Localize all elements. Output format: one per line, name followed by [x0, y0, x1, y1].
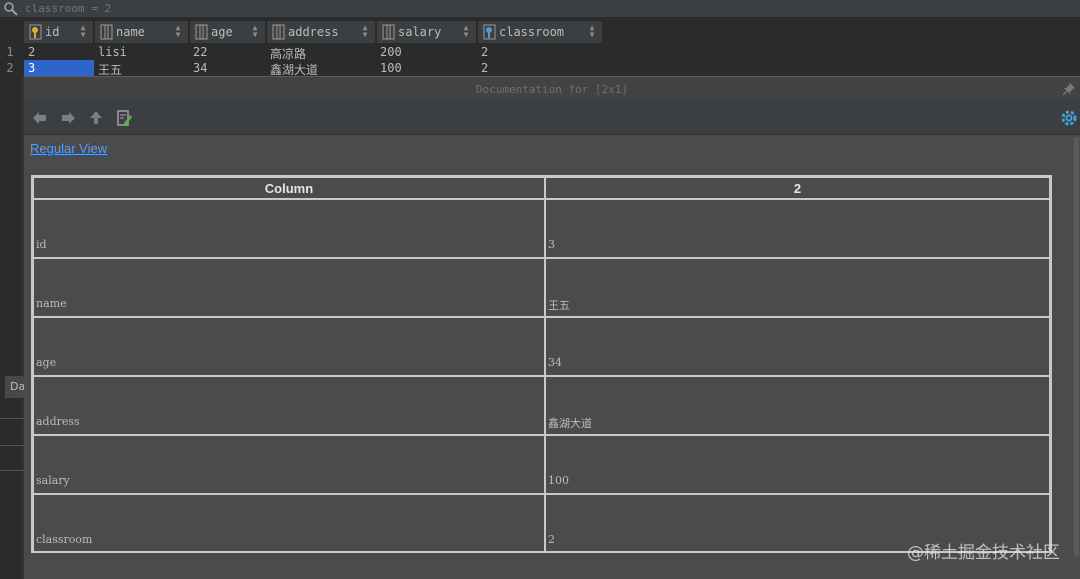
- column-header-label: age: [211, 25, 233, 39]
- grid-cell[interactable]: 2: [28, 45, 35, 59]
- side-tab-database[interactable]: Da: [5, 376, 25, 398]
- popup-title: Documentation for [2x1]: [475, 83, 629, 96]
- gear-icon[interactable]: [1060, 109, 1078, 127]
- divider: [0, 418, 24, 419]
- column-value-cell: 鑫湖大道: [545, 376, 1050, 435]
- filter-bar: classroom = 2: [0, 0, 1080, 18]
- grid-cell-selected[interactable]: 3: [24, 60, 94, 76]
- result-grid-header: id ▲ ▼ name ▲ ▼ age ▲ ▼ address ▲ ▼ salary ▲…: [0, 21, 1080, 43]
- column-icon: [272, 24, 285, 40]
- divider: [0, 470, 24, 471]
- table-row[interactable]: 2 3 王五 34 鑫湖大道 100 2: [0, 60, 603, 77]
- popup-toolbar: [24, 101, 1080, 135]
- column-header-label: salary: [398, 25, 442, 39]
- column-name-cell: name: [33, 258, 545, 317]
- filter-search-icon[interactable]: [3, 1, 19, 17]
- grid-cell[interactable]: 100: [380, 61, 402, 75]
- grid-cell[interactable]: 200: [380, 45, 402, 59]
- column-name-cell: salary: [33, 435, 545, 494]
- column-icon: [195, 24, 208, 40]
- column-header-name[interactable]: name ▲ ▼: [95, 21, 189, 43]
- row-number: 1: [6, 45, 14, 59]
- grid-cell[interactable]: 34: [193, 61, 207, 75]
- column-value-cell: 34: [545, 317, 1050, 376]
- column-header-label: id: [45, 25, 60, 39]
- column-icon: [100, 24, 113, 40]
- regular-view-link[interactable]: Regular View: [30, 141, 107, 156]
- grid-cell[interactable]: lisi: [98, 45, 127, 59]
- sort-arrows-icon[interactable]: ▲ ▼: [251, 24, 259, 39]
- column-name-cell: id: [33, 199, 545, 258]
- table-row: classroom 2: [33, 494, 1050, 553]
- sort-arrows-icon[interactable]: ▲ ▼: [462, 24, 470, 39]
- divider: [0, 445, 24, 446]
- back-arrow-icon[interactable]: [31, 109, 49, 127]
- popup-title-bar[interactable]: Documentation for [2x1]: [24, 77, 1080, 101]
- documentation-table: Column 2 id 3 name 王五 age 34 address 鑫湖大…: [31, 175, 1052, 553]
- table-row: id 3: [33, 199, 1050, 258]
- watermark: @稀土掘金技术社区: [907, 543, 1060, 563]
- forward-arrow-icon[interactable]: [59, 109, 77, 127]
- vertical-scrollbar[interactable]: [1074, 137, 1079, 557]
- filter-criteria-text[interactable]: classroom = 2: [25, 2, 111, 15]
- grid-cell[interactable]: 2: [481, 61, 488, 75]
- table-row[interactable]: 1 2 lisi 22 高凉路 200 2: [0, 44, 603, 61]
- column-name-cell: age: [33, 317, 545, 376]
- sort-arrows-icon[interactable]: ▲ ▼: [79, 24, 87, 39]
- table-header-value: 2: [545, 177, 1050, 199]
- sort-arrows-icon[interactable]: ▲ ▼: [361, 24, 369, 39]
- column-value-cell: 3: [545, 199, 1050, 258]
- column-header-label: name: [116, 25, 145, 39]
- column-name-cell: address: [33, 376, 545, 435]
- column-header-age[interactable]: age ▲ ▼: [190, 21, 266, 43]
- table-row: name 王五: [33, 258, 1050, 317]
- row-number: 2: [6, 61, 14, 75]
- table-row: age 34: [33, 317, 1050, 376]
- grid-cell[interactable]: 22: [193, 45, 207, 59]
- column-header-label: classroom: [499, 25, 565, 39]
- column-header-salary[interactable]: salary ▲ ▼: [377, 21, 477, 43]
- documentation-popup: Documentation for [2x1] Regular View Col…: [24, 76, 1080, 579]
- up-arrow-icon[interactable]: [87, 109, 105, 127]
- primary-key-icon: [29, 24, 42, 40]
- grid-cell[interactable]: 2: [481, 45, 488, 59]
- sort-arrows-icon[interactable]: ▲ ▼: [174, 24, 182, 39]
- column-header-classroom[interactable]: classroom ▲ ▼: [478, 21, 603, 43]
- table-row: address 鑫湖大道: [33, 376, 1050, 435]
- table-header-column: Column: [33, 177, 545, 199]
- column-header-id[interactable]: id ▲ ▼: [24, 21, 94, 43]
- column-value-cell: 100: [545, 435, 1050, 494]
- column-name-cell: classroom: [33, 494, 545, 553]
- column-header-address[interactable]: address ▲ ▼: [267, 21, 376, 43]
- column-header-label: address: [288, 25, 339, 39]
- pin-icon[interactable]: [1062, 82, 1076, 96]
- table-row: salary 100: [33, 435, 1050, 494]
- foreign-key-icon: [483, 24, 496, 40]
- column-icon: [382, 24, 395, 40]
- sort-arrows-icon[interactable]: ▲ ▼: [588, 24, 596, 39]
- edit-source-icon[interactable]: [115, 109, 133, 127]
- column-value-cell: 王五: [545, 258, 1050, 317]
